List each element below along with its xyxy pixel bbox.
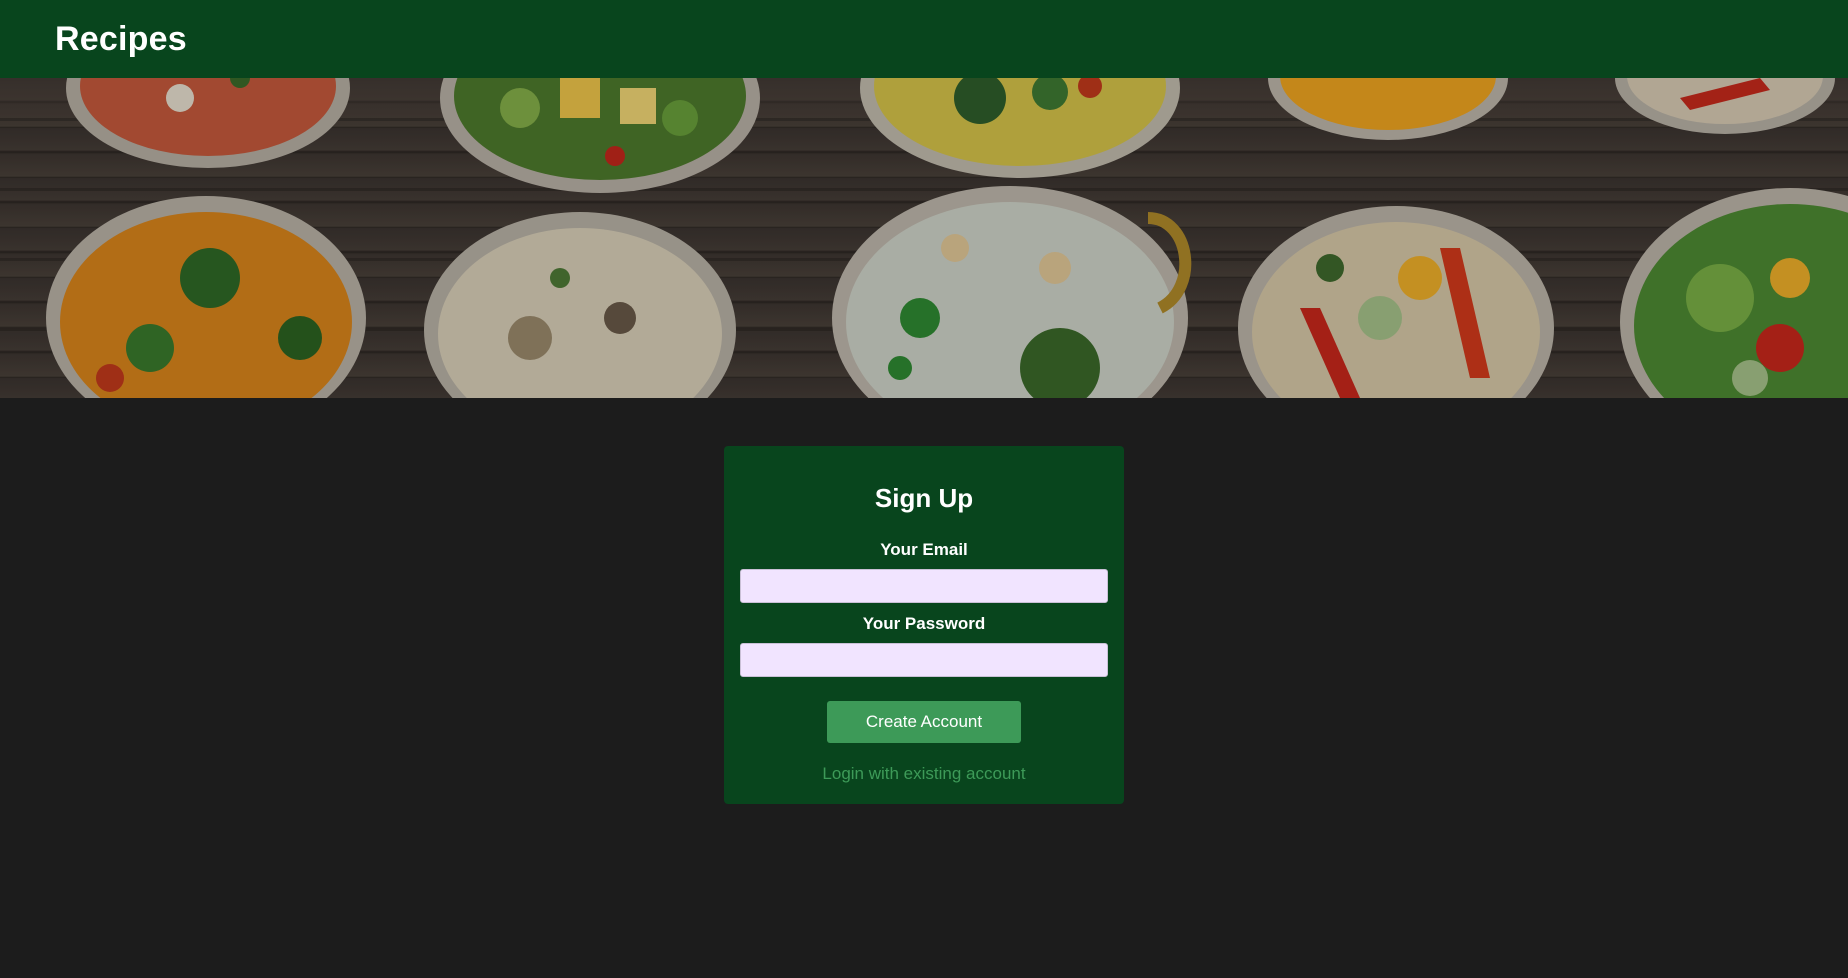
- hero-overlay: [0, 78, 1848, 398]
- signup-title: Sign Up: [874, 483, 974, 513]
- email-label: Your Email: [880, 540, 968, 559]
- email-field[interactable]: [740, 569, 1108, 603]
- hero-banner-image: [0, 78, 1848, 398]
- login-existing-link[interactable]: Login with existing account: [724, 764, 1124, 784]
- create-account-button[interactable]: Create Account: [827, 701, 1021, 743]
- signup-card: Sign Up Your Email Your Password Create …: [724, 446, 1124, 804]
- top-navbar: Recipes: [0, 0, 1848, 78]
- brand-title[interactable]: Recipes: [55, 18, 187, 60]
- password-field[interactable]: [740, 643, 1108, 677]
- password-label: Your Password: [862, 614, 986, 633]
